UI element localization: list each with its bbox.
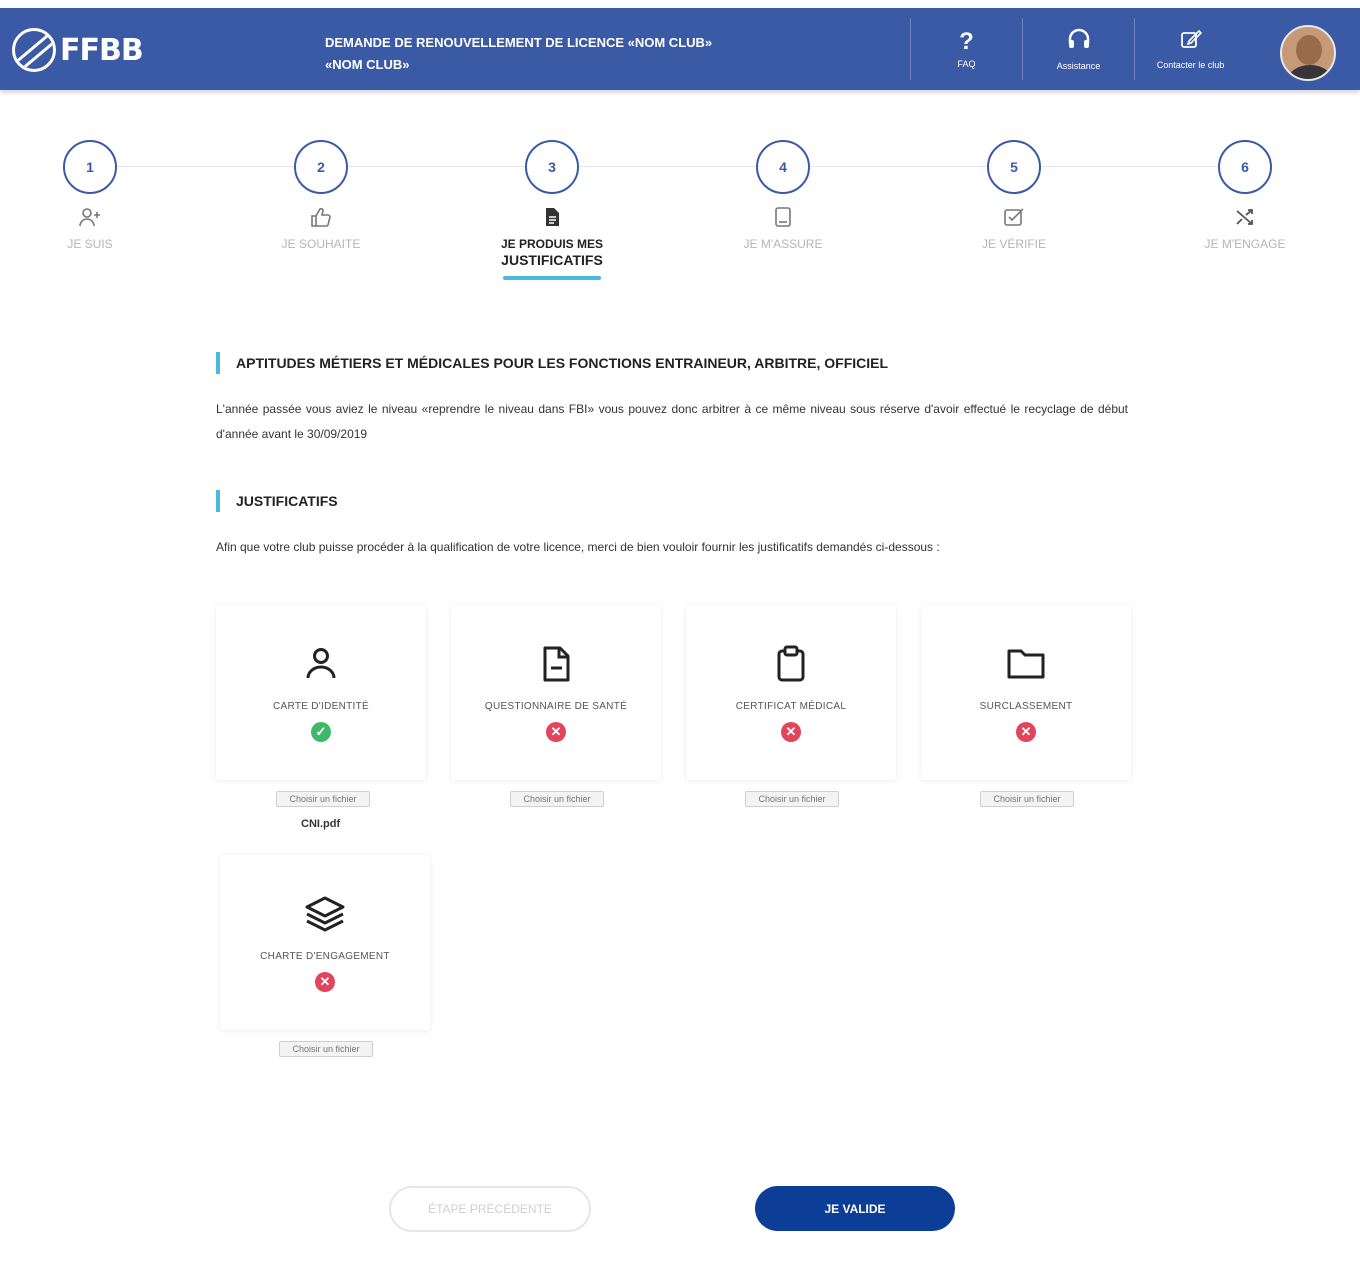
- section-accent-bar: [216, 352, 220, 374]
- step-5[interactable]: 5 JE VÉRIFIE: [934, 140, 1094, 252]
- choose-file-button[interactable]: Choisir un fichier: [276, 791, 370, 807]
- ffbb-logo[interactable]: FFBB: [12, 28, 144, 72]
- step-2[interactable]: 2 JE SOUHAITE: [241, 140, 401, 252]
- document-label: SURCLASSEMENT: [979, 701, 1073, 712]
- top-header: FFBB DEMANDE DE RENOUVELLEMENT DE LICENC…: [0, 8, 1360, 90]
- step-1-label: JE SUIS: [67, 237, 113, 251]
- document-card-health-questionnaire[interactable]: QUESTIONNAIRE DE SANTÉ ✕: [451, 605, 661, 780]
- checkbox-edit-icon: [934, 206, 1094, 230]
- choose-file-button[interactable]: Choisir un fichier: [980, 791, 1074, 807]
- contact-club-button[interactable]: Contacter le club: [1134, 18, 1246, 80]
- document-card-medical-certificate[interactable]: CERTIFICAT MÉDICAL ✕: [686, 605, 896, 780]
- uploaded-file-name: CNI.pdf: [301, 818, 341, 830]
- progress-stepper: 1 JE SUIS 2 JE SOUHAITE 3 JE PRODUIS MES…: [0, 140, 1360, 290]
- file-minus-icon: [451, 645, 661, 685]
- document-label: CERTIFICAT MÉDICAL: [735, 701, 847, 712]
- thumbs-up-icon: [241, 206, 401, 230]
- page-title-line1: DEMANDE DE RENOUVELLEMENT DE LICENCE «NO…: [325, 35, 713, 50]
- step-1-number: 1: [63, 140, 117, 194]
- document-label: QUESTIONNAIRE DE SANTÉ: [484, 701, 628, 712]
- logo-text: FFBB: [60, 32, 144, 68]
- section-aptitudes-heading: APTITUDES MÉTIERS ET MÉDICALES POUR LES …: [236, 355, 889, 371]
- step-3-label: JE PRODUIS MES JUSTIFICATIFS: [472, 236, 632, 268]
- headset-icon: [1066, 27, 1092, 57]
- step-4-number: 4: [756, 140, 810, 194]
- status-error-icon: ✕: [781, 722, 801, 742]
- faq-button[interactable]: ? FAQ: [910, 18, 1022, 80]
- document-icon: [472, 206, 632, 230]
- step-4-label: JE M'ASSURE: [743, 237, 823, 251]
- basketball-icon: [12, 28, 56, 72]
- tablet-icon: [703, 206, 863, 230]
- document-card-identity[interactable]: CARTE D'IDENTITÉ ✓: [216, 605, 426, 780]
- user-add-icon: [10, 206, 170, 230]
- step-6-label: JE M'ENGAGE: [1204, 237, 1286, 251]
- folder-icon: [921, 645, 1131, 685]
- question-icon: ?: [959, 28, 974, 55]
- section-justificatifs-title: JUSTIFICATIFS: [216, 490, 338, 512]
- shuffle-icon: [1165, 206, 1325, 230]
- contact-club-label: Contacter le club: [1156, 60, 1225, 70]
- previous-step-button[interactable]: ÉTAPE PRÉCÉDENTE: [389, 1186, 591, 1232]
- document-label: CARTE D'IDENTITÉ: [273, 701, 369, 712]
- step-2-label: JE SOUHAITE: [281, 237, 361, 251]
- document-label: CHARTE D'ENGAGEMENT: [260, 951, 390, 962]
- step-4[interactable]: 4 JE M'ASSURE: [703, 140, 863, 252]
- step-1[interactable]: 1 JE SUIS: [10, 140, 170, 252]
- page-title: DEMANDE DE RENOUVELLEMENT DE LICENCE «NO…: [325, 32, 795, 76]
- step-6[interactable]: 6 JE M'ENGAGE: [1165, 140, 1325, 252]
- choose-file-button[interactable]: Choisir un fichier: [279, 1041, 373, 1057]
- section-aptitudes-title: APTITUDES MÉTIERS ET MÉDICALES POUR LES …: [216, 352, 888, 374]
- step-5-number: 5: [987, 140, 1041, 194]
- choose-file-button[interactable]: Choisir un fichier: [510, 791, 604, 807]
- document-card-surclassement[interactable]: SURCLASSEMENT ✕: [921, 605, 1131, 780]
- step-3-label-line2: JUSTIFICATIFS: [501, 252, 603, 268]
- step-6-number: 6: [1218, 140, 1272, 194]
- status-error-icon: ✕: [546, 722, 566, 742]
- page-title-line2: «NOM CLUB»: [325, 57, 410, 72]
- choose-file-button[interactable]: Choisir un fichier: [745, 791, 839, 807]
- step-3[interactable]: 3 JE PRODUIS MES JUSTIFICATIFS: [472, 140, 632, 280]
- active-step-underline: [503, 276, 601, 280]
- layers-icon: [220, 895, 430, 935]
- validate-button[interactable]: JE VALIDE: [755, 1186, 955, 1231]
- step-3-number: 3: [525, 140, 579, 194]
- header-actions: ? FAQ Assistance Contacter le club: [910, 18, 1246, 80]
- clipboard-icon: [686, 645, 896, 685]
- section-aptitudes-text: L'année passée vous aviez le niveau «rep…: [216, 402, 1128, 441]
- section-justificatifs-text: Afin que votre club puisse procéder à la…: [216, 540, 940, 554]
- assistance-label: Assistance: [1056, 61, 1101, 71]
- document-card-engagement-charter[interactable]: CHARTE D'ENGAGEMENT ✕: [220, 855, 430, 1030]
- user-icon: [216, 645, 426, 685]
- status-error-icon: ✕: [315, 972, 335, 992]
- edit-icon: [1179, 28, 1203, 56]
- avatar[interactable]: [1280, 25, 1336, 81]
- faq-label: FAQ: [957, 59, 976, 69]
- step-5-label: JE VÉRIFIE: [981, 237, 1046, 251]
- section-accent-bar: [216, 490, 220, 512]
- section-justificatifs-heading: JUSTIFICATIFS: [236, 493, 338, 509]
- assistance-button[interactable]: Assistance: [1022, 18, 1134, 80]
- status-ok-icon: ✓: [311, 722, 331, 742]
- step-2-number: 2: [294, 140, 348, 194]
- step-3-label-line1: JE PRODUIS MES: [500, 237, 604, 251]
- status-error-icon: ✕: [1016, 722, 1036, 742]
